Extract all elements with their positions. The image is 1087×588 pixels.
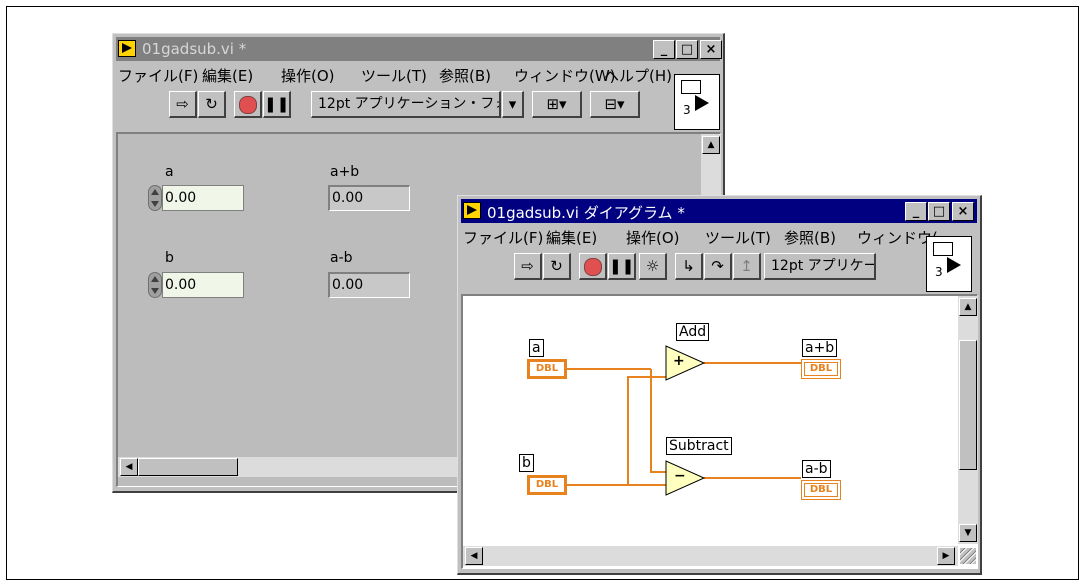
menu-operate[interactable]: 操作(O) [281,65,335,86]
menu-tools[interactable]: ツール(T) [705,227,771,248]
subtract-label: Subtract [666,437,732,455]
screen-icon [933,242,953,256]
pause-button[interactable]: ❚❚ [608,253,636,280]
terminal-diff-type: DBL [804,483,838,497]
indicator-diff-value: 0.00 [328,272,410,298]
terminal-a-label: a [529,339,544,357]
connector-pane-icon[interactable]: 3 [926,236,972,292]
menu-help[interactable]: ヘルプ(H) [604,65,672,86]
stop-icon [583,257,602,276]
font-select[interactable]: 12pt アプリケーション・フォント [311,91,501,118]
vertical-scroll-thumb[interactable] [959,340,977,470]
add-node[interactable] [665,345,706,381]
scroll-left-button[interactable]: ◀ [465,547,483,565]
terminal-diff[interactable]: DBL [801,480,841,500]
terminal-sum-label: a+b [802,339,838,357]
connector-number: 3 [683,103,691,117]
horizontal-scroll-thumb[interactable] [138,458,238,476]
menu-window[interactable]: ウィンドウ(W) [514,65,616,86]
run-button[interactable]: ⇨ [169,91,197,118]
menu-tools[interactable]: ツール(T) [361,65,427,86]
step-over-button[interactable]: ↷ [704,253,732,280]
menu-browse[interactable]: 参照(B) [784,227,836,248]
align-objects-button[interactable]: ⊞▾ [532,91,582,118]
indicator-sum-label: a+b [330,164,360,180]
abort-button[interactable] [234,91,262,118]
scroll-down-button[interactable]: ▼ [959,524,977,542]
add-label: Add [676,323,710,341]
terminal-a[interactable]: DBL [527,359,567,379]
control-a-label: a [165,164,174,180]
screen-icon [681,80,701,94]
output-arrow-icon [695,95,709,111]
menu-edit[interactable]: 編集(E) [546,227,597,248]
highlight-execution-button[interactable]: ☼ [639,253,667,280]
control-b-incdec[interactable] [148,272,162,298]
menu-browse[interactable]: 参照(B) [439,65,491,86]
maximize-button[interactable]: □ [928,202,950,221]
connector-number: 3 [935,265,943,279]
menu-file[interactable]: ファイル(F) [118,65,198,86]
terminal-b-label: b [519,454,534,472]
run-continuously-button[interactable]: ↻ [543,253,571,280]
terminal-sum[interactable]: DBL [801,359,841,379]
front-panel-titlebar[interactable]: 01gadsub.vi * _ □ × [116,37,722,61]
block-diagram-window: 01gadsub.vi ダイアグラム * _ □ × ファイル(F) 編集(E)… [457,195,982,575]
maximize-button[interactable]: □ [676,40,698,59]
horizontal-scrollbar[interactable] [463,546,958,566]
control-a-incdec[interactable] [148,185,162,211]
scroll-up-button[interactable]: ▲ [959,298,977,316]
menu-operate[interactable]: 操作(O) [626,227,680,248]
font-dropdown-button[interactable]: ▾ [502,91,524,118]
step-out-button[interactable]: ↥ [733,253,761,280]
font-select[interactable]: 12pt アプリケーシ [764,253,876,280]
terminal-sum-type: DBL [804,362,838,376]
window-title: 01gadsub.vi * [142,40,247,58]
control-b-value[interactable]: 0.00 [162,272,244,298]
subtract-symbol: − [674,468,686,484]
stop-icon [238,95,257,114]
distribute-objects-button[interactable]: ⊟▾ [590,91,640,118]
run-continuously-button[interactable]: ↻ [198,91,226,118]
menu-bar: ファイル(F) 編集(E) 操作(O) ツール(T) 参照(B) ウィンドウ( [461,225,977,247]
minimize-button[interactable]: _ [653,40,675,59]
scroll-up-button[interactable]: ▲ [702,136,720,154]
vi-icon [463,202,481,219]
add-symbol: + [673,353,685,369]
menu-edit[interactable]: 編集(E) [202,65,253,86]
control-a-value[interactable]: 0.00 [162,185,244,211]
pause-button[interactable]: ❚❚ [263,91,291,118]
window-title: 01gadsub.vi ダイアグラム * [487,204,685,222]
menu-bar: ファイル(F) 編集(E) 操作(O) ツール(T) 参照(B) ウィンドウ(W… [116,63,720,85]
scroll-left-button[interactable]: ◀ [120,458,138,476]
run-button[interactable]: ⇨ [514,253,542,280]
abort-button[interactable] [579,253,607,280]
step-into-button[interactable]: ↳ [675,253,703,280]
indicator-sum-value: 0.00 [328,185,410,211]
resize-grip-icon[interactable] [960,548,976,564]
close-button[interactable]: × [952,202,974,221]
output-arrow-icon [947,257,961,273]
connector-pane-icon[interactable]: 3 [674,74,720,130]
terminal-b[interactable]: DBL [527,475,567,495]
control-b-label: b [165,250,174,266]
wire-a-to-subtract[interactable] [650,369,666,473]
close-button[interactable]: × [700,40,722,59]
indicator-diff-label: a-b [330,250,353,266]
scroll-right-button[interactable]: ▶ [937,547,955,565]
minimize-button[interactable]: _ [905,202,927,221]
vi-icon [118,40,136,57]
diagram-canvas: + − Add Subtract a DBL b DBL a+b DBL a-b… [461,294,978,569]
terminal-diff-label: a-b [802,460,831,478]
menu-file[interactable]: ファイル(F) [463,227,543,248]
diagram-titlebar[interactable]: 01gadsub.vi ダイアグラム * _ □ × [461,199,977,223]
